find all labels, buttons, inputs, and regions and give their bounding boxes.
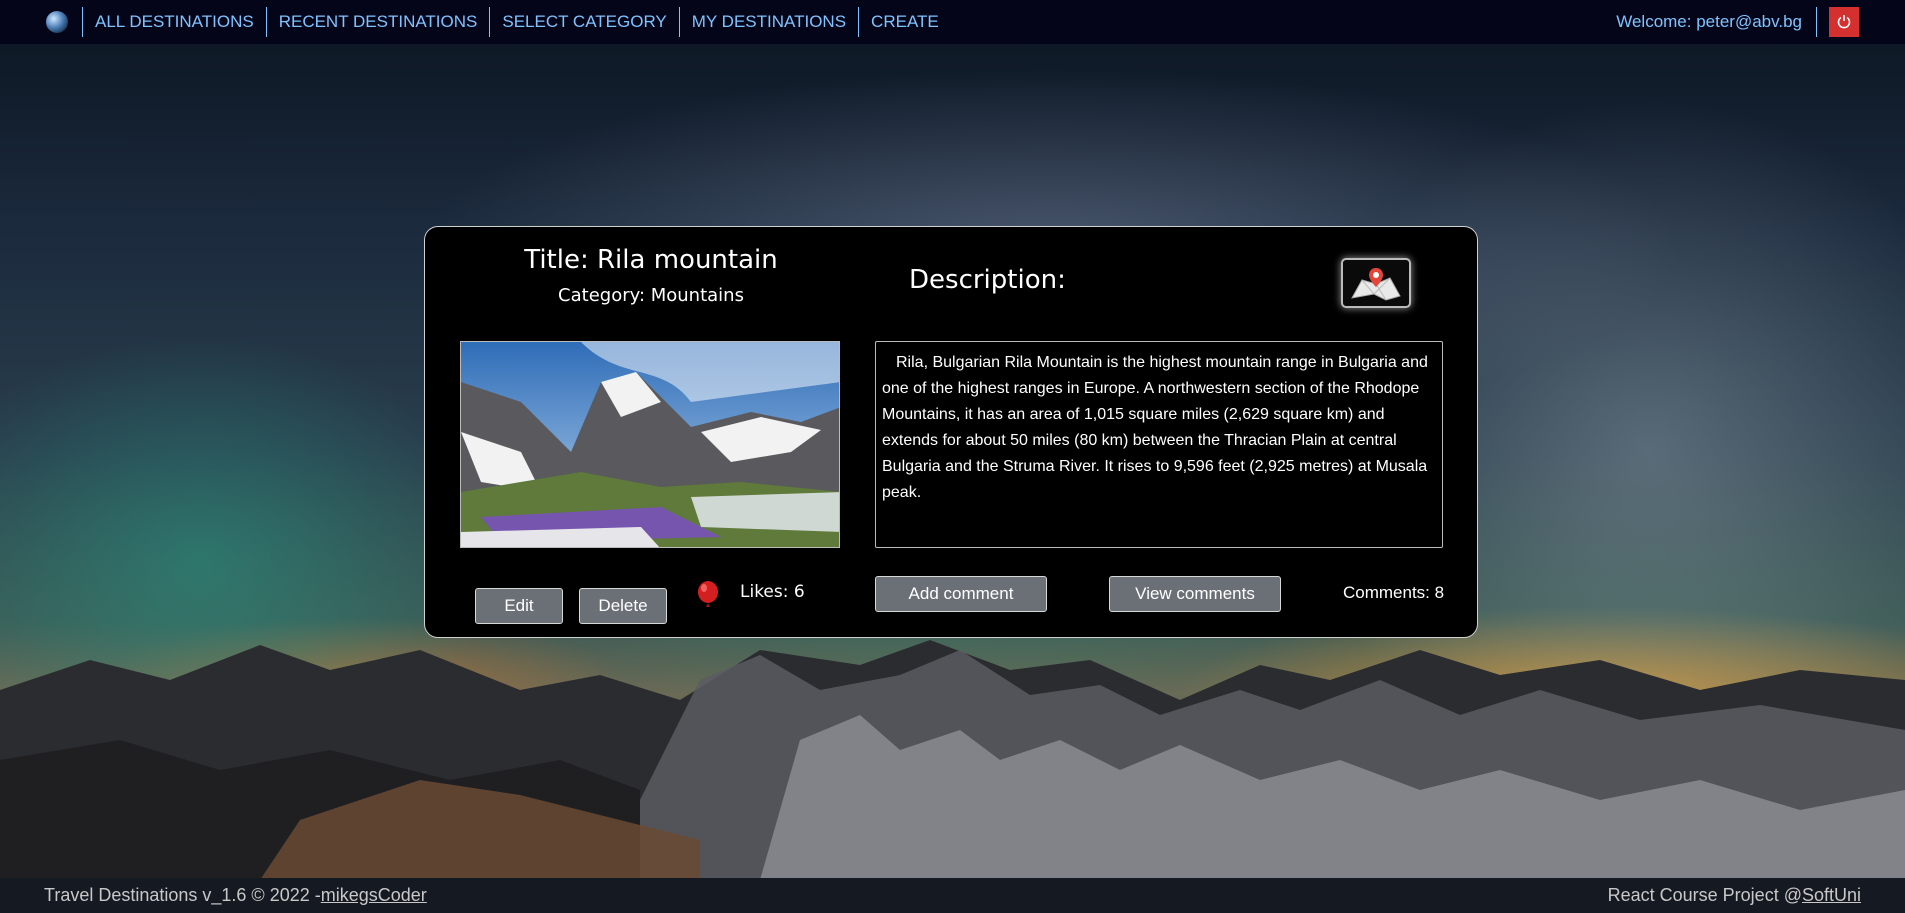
logout-button[interactable] — [1829, 7, 1859, 37]
comments-count: Comments: 8 — [1343, 583, 1445, 602]
nav-create[interactable]: CREATE — [858, 7, 951, 37]
balloon-like-icon[interactable] — [695, 580, 721, 610]
power-icon — [1837, 15, 1851, 29]
footer-left: Travel Destinations v_1.6 © 2022 -mikegs… — [44, 885, 427, 906]
nav-all-destinations[interactable]: ALL DESTINATIONS — [82, 7, 266, 37]
welcome-text: Welcome: peter@abv.bg — [1602, 7, 1817, 37]
author-link[interactable]: mikegsCoder — [321, 885, 427, 905]
description-box: Rila, Bulgarian Rila Mountain is the hig… — [875, 341, 1443, 548]
nav-select-category[interactable]: SELECT CATEGORY — [489, 7, 678, 37]
map-button[interactable] — [1341, 258, 1411, 308]
map-icon — [1351, 268, 1401, 301]
destination-title: Title: Rila mountain — [524, 245, 778, 275]
edit-button[interactable]: Edit — [475, 588, 563, 624]
nav-my-destinations[interactable]: MY DESTINATIONS — [678, 7, 858, 37]
top-navbar: ALL DESTINATIONS RECENT DESTINATIONS SEL… — [0, 0, 1905, 44]
footer-right: React Course Project @SoftUni — [1608, 885, 1861, 906]
footer: Travel Destinations v_1.6 © 2022 -mikegs… — [0, 878, 1905, 913]
globe-icon[interactable] — [46, 11, 68, 33]
footer-project: React Course Project @ — [1607, 885, 1802, 905]
softuni-link[interactable]: SoftUni — [1802, 885, 1861, 905]
destination-category: Category: Mountains — [558, 285, 744, 306]
delete-button[interactable]: Delete — [579, 588, 667, 624]
description-heading: Description: — [909, 265, 1066, 295]
footer-copyright: Travel Destinations v_1.6 © 2022 - — [44, 885, 321, 905]
view-comments-button[interactable]: View comments — [1109, 576, 1281, 612]
mountain-background — [0, 640, 1905, 880]
add-comment-button[interactable]: Add comment — [875, 576, 1047, 612]
destination-card: Title: Rila mountain Category: Mountains… — [424, 226, 1478, 638]
destination-image — [460, 341, 840, 548]
likes-count: Likes: 6 — [740, 582, 805, 602]
nav-recent-destinations[interactable]: RECENT DESTINATIONS — [265, 7, 490, 37]
